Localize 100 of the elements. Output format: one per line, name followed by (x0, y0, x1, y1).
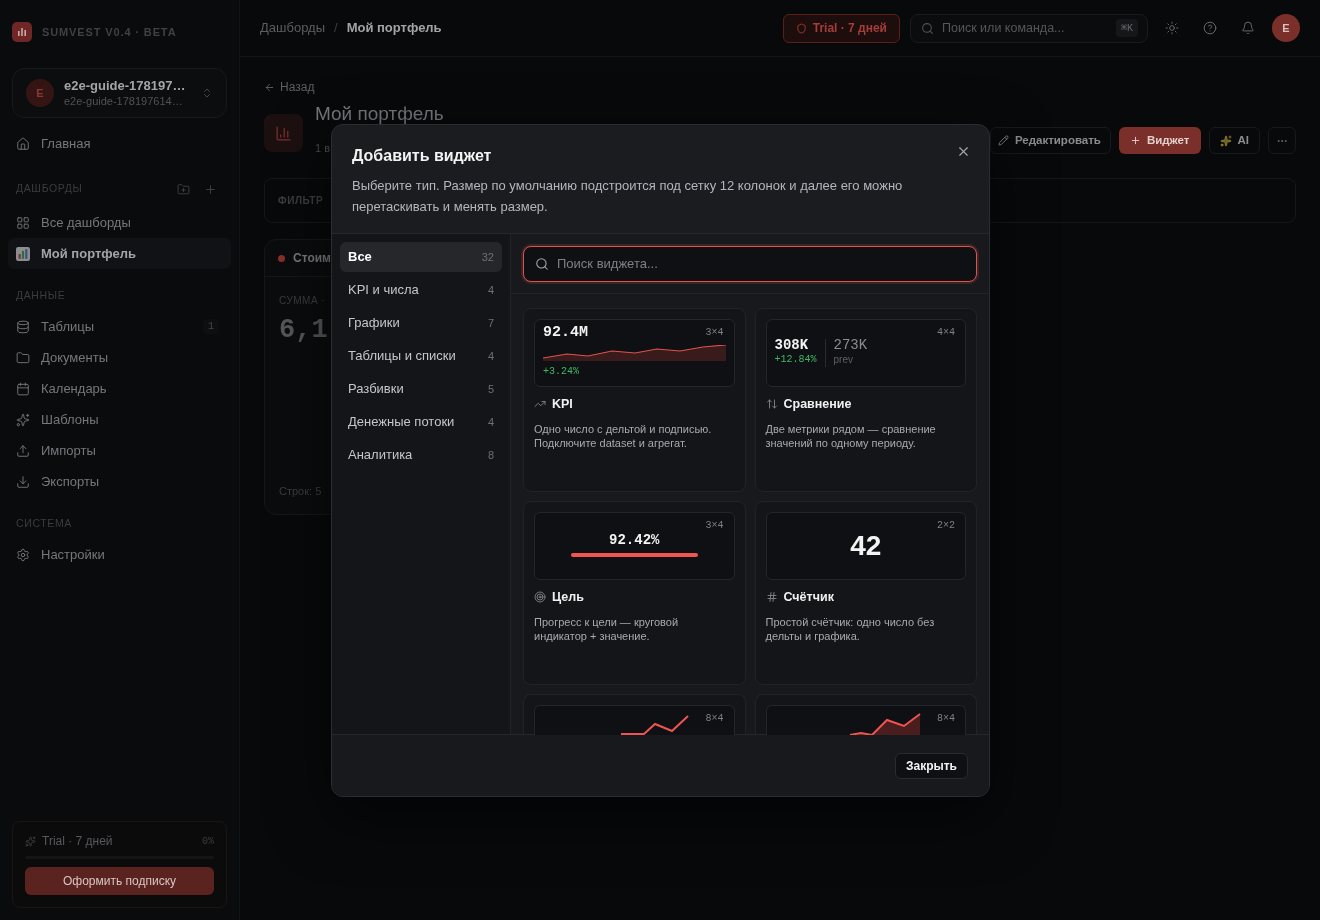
previous-value: 273K (833, 337, 868, 354)
widget-option-card[interactable]: 8×4 (523, 694, 746, 735)
size-label: 8×4 (705, 713, 724, 725)
widget-option-card[interactable]: 308K +12.84% 273K prev 4×4 Сравнение Две метрики рядом — сравнение значений по одному периоду. (754, 308, 977, 492)
category-count: 32 (481, 249, 494, 265)
bar-chart-icon (16, 246, 30, 261)
plus-icon[interactable] (204, 182, 217, 196)
counter-value: 42 (850, 530, 882, 562)
user-avatar[interactable]: E (1272, 14, 1300, 42)
folder-plus-icon[interactable] (177, 182, 190, 196)
sidebar-item[interactable]: Календарь (8, 373, 231, 404)
category-count: 4 (487, 414, 494, 430)
widget-description: Простой счётчик: одно число без дельты и графика. (765, 615, 936, 643)
widget-title: Стоим (293, 250, 331, 267)
category-item[interactable]: Все 32 (340, 242, 502, 272)
shortcut-key: ⌘K (1115, 19, 1138, 37)
add-widget-button[interactable]: Виджет (1118, 127, 1201, 154)
previous-label: prev (833, 354, 854, 366)
widget-option-card[interactable]: 42 2×2 Счётчик Простой счётчик: одно число без дельты и графика. (754, 501, 977, 685)
search-icon (535, 257, 549, 271)
category-count: 7 (487, 315, 494, 331)
workspace-name: e2e-guide-178197… (64, 78, 186, 94)
category-item[interactable]: Аналитика 8 (340, 440, 502, 470)
widget-search-input[interactable]: Поиск виджета... (557, 254, 965, 274)
back-link[interactable]: Назад (264, 79, 315, 95)
dashboard-subtitle: 1 в (315, 141, 331, 155)
category-item[interactable]: Денежные потоки 4 (340, 407, 502, 437)
sidebar-item[interactable]: Шаблоны (8, 404, 231, 435)
sparkles-icon (25, 835, 36, 847)
kpi-value: 92.4M (543, 324, 588, 342)
download-icon (16, 474, 30, 489)
sidebar-item[interactable]: Все дашборды (8, 207, 231, 238)
target-icon (534, 591, 546, 603)
grid-icon (16, 215, 30, 230)
size-label: 2×2 (937, 520, 955, 532)
dashboard-title: Мой портфель (315, 104, 444, 124)
breadcrumb-link[interactable]: Дашборды (260, 18, 325, 38)
search-input[interactable]: Поиск или команда... (942, 18, 1108, 38)
close-icon[interactable] (956, 144, 971, 159)
logo-icon (12, 22, 32, 42)
arrow-left-icon (264, 81, 275, 93)
brand-name: SUMVEST V0.4 · BETA (42, 24, 177, 40)
widget-name: KPI (552, 395, 573, 413)
widget-value: 6,1 (279, 314, 328, 346)
upload-icon (16, 443, 30, 458)
category-item[interactable]: Таблицы и списки 4 (340, 341, 502, 371)
pencil-icon (997, 135, 1009, 146)
trend-up-icon (534, 398, 546, 410)
widget-search-field[interactable]: Поиск виджета... (523, 246, 977, 282)
category-count: 4 (487, 348, 494, 364)
dialog-description: Выберите тип. Размер по умолчанию подстроится под сетку 12 колонок и далее его можно перетаскивать и менять размер. (352, 177, 904, 216)
line-chart (621, 715, 688, 735)
sidebar-item[interactable]: Экспорты (8, 466, 231, 497)
comparison-delta: +12.84% (774, 354, 817, 366)
widget-description: Прогресс к цели — круговой индикатор + значение. (534, 615, 680, 643)
plus-icon (1129, 135, 1141, 146)
command-search-field[interactable]: Поиск или команда... ⌘K (910, 13, 1148, 43)
ai-button[interactable]: AI (1208, 127, 1260, 154)
widget-option-card[interactable]: 92.42% 3×4 Цель Прогресс к цели — круговой индикатор + значение. (523, 501, 746, 685)
widget-option-card[interactable]: 92.4M +3.24% 3×4 KPI Одно число с дельтой и подписью. Подключите dataset и агрегат. (523, 308, 746, 492)
hash-icon (765, 591, 778, 603)
category-count: 4 (487, 282, 494, 298)
category-item[interactable]: Графики 7 (340, 308, 502, 338)
sidebar-item[interactable]: Импорты (8, 435, 231, 466)
sidebar-item[interactable]: Мой портфель (8, 238, 231, 269)
folder-icon (16, 350, 30, 365)
dialog-title: Добавить виджет (352, 146, 492, 166)
arrows-up-down-icon (765, 398, 778, 410)
category-item[interactable]: Разбивки 5 (340, 374, 502, 404)
goal-value: 92.42% (609, 532, 660, 549)
sidebar-item[interactable]: Настройки (8, 539, 231, 570)
bar-chart-icon (264, 114, 303, 152)
subscribe-button[interactable]: Оформить подписку (25, 867, 214, 895)
sidebar-item[interactable]: Документы (8, 342, 231, 373)
category-item[interactable]: KPI и числа 4 (340, 275, 502, 305)
search-icon (921, 21, 934, 35)
help-icon[interactable] (1203, 21, 1217, 35)
widget-name: Цель (552, 588, 584, 606)
notifications-bell-icon[interactable] (1241, 21, 1255, 35)
category-count: 5 (487, 381, 494, 397)
widget-name: Счётчик (783, 588, 834, 606)
breadcrumb-separator: / (334, 19, 338, 38)
current-value: 308K (774, 337, 810, 354)
size-label: 8×4 (937, 713, 955, 725)
close-button[interactable]: Закрыть (894, 752, 968, 779)
widget-description: Две метрики рядом — сравнение значений по одному периоду. (765, 422, 937, 450)
theme-sun-icon[interactable] (1165, 21, 1179, 35)
home-icon (16, 136, 30, 151)
widget-name: Сравнение (783, 395, 852, 413)
kpi-delta: +3.24% (543, 366, 579, 378)
workspace-switcher[interactable]: E e2e-guide-178197… e2e-guide-178197614… (12, 68, 227, 118)
sparkles-icon (1219, 134, 1232, 147)
sidebar-item[interactable]: Главная (8, 128, 231, 159)
widget-option-card[interactable]: 8×4 (754, 694, 977, 735)
area-chart (849, 713, 920, 735)
breadcrumb-current-page: Мой портфель (346, 19, 442, 38)
category-count: 8 (487, 447, 494, 463)
database-icon (16, 319, 30, 334)
sparkles-icon (16, 412, 30, 427)
size-label: 4×4 (937, 327, 955, 339)
